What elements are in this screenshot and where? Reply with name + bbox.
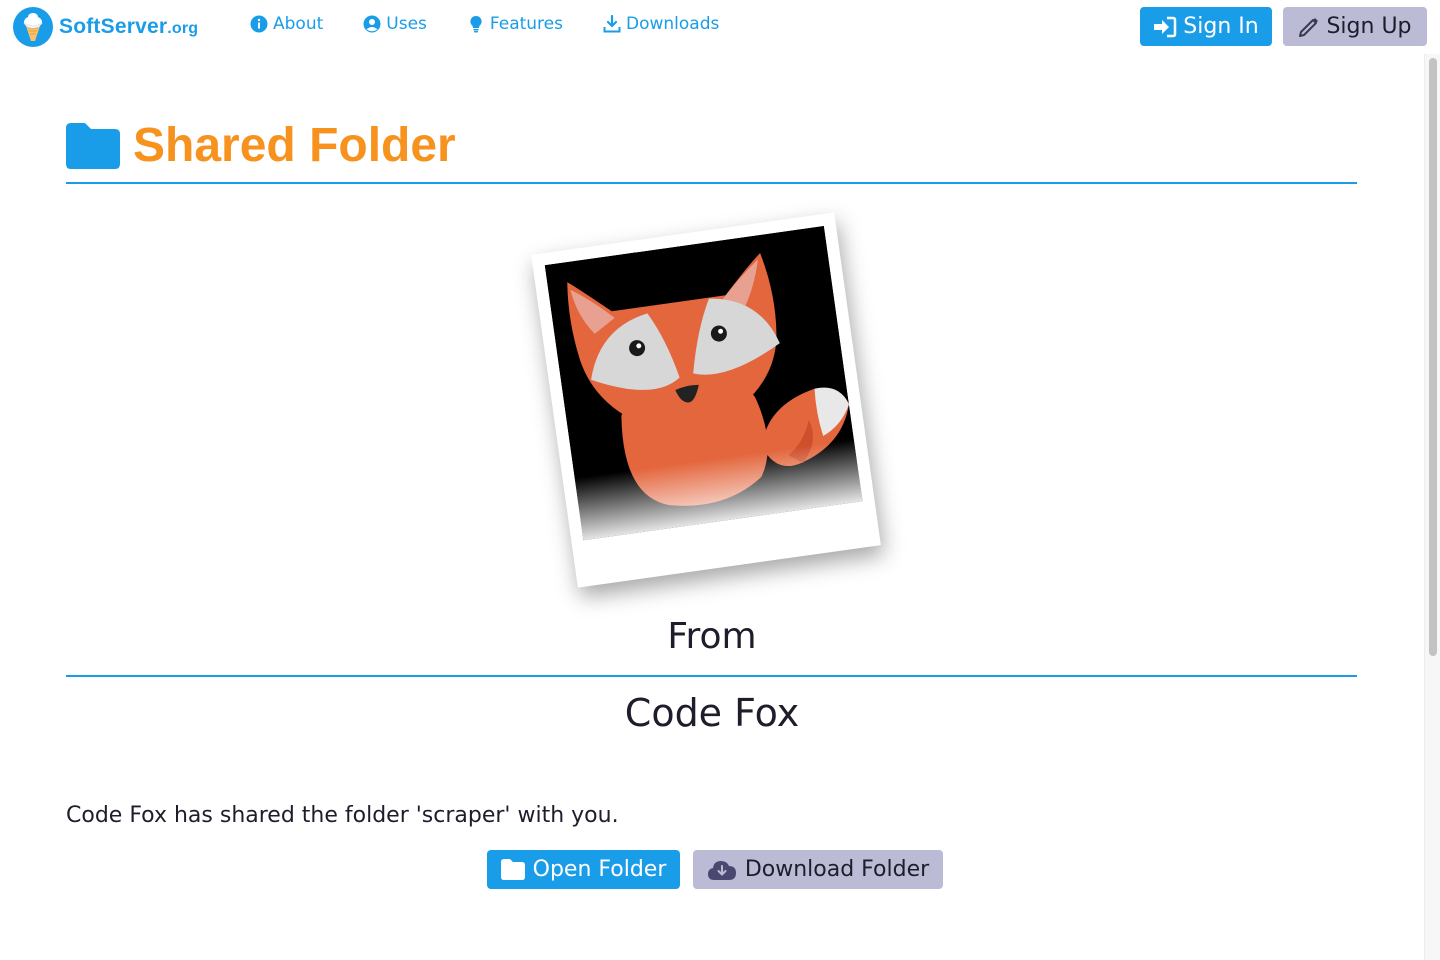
download-folder-button[interactable]: Download Folder xyxy=(693,850,943,889)
owner-avatar-frame xyxy=(531,212,881,588)
sign-in-button[interactable]: Sign In xyxy=(1140,7,1272,46)
ice-cream-icon xyxy=(13,7,53,47)
sign-up-label: Sign Up xyxy=(1326,14,1412,39)
sign-in-icon xyxy=(1153,16,1177,38)
polaroid-card xyxy=(531,212,881,588)
title-divider xyxy=(66,182,1357,184)
nav-link-downloads[interactable]: Downloads xyxy=(603,14,719,34)
nav-link-label: About xyxy=(273,14,324,34)
page-heading: Shared Folder xyxy=(133,119,456,172)
nav-link-label: Uses xyxy=(386,14,427,34)
folder-icon xyxy=(66,122,120,169)
sign-in-label: Sign In xyxy=(1183,14,1259,39)
cloud-download-icon xyxy=(707,859,737,881)
nav-links: About Uses Features Downloads xyxy=(250,14,759,34)
nav-link-about[interactable]: About xyxy=(250,14,323,34)
nav-link-uses[interactable]: Uses xyxy=(363,14,427,34)
pencil-icon xyxy=(1298,16,1320,38)
sign-up-button[interactable]: Sign Up xyxy=(1283,7,1427,46)
brand-link[interactable]: SoftServer.org xyxy=(13,7,198,47)
nav-link-label: Downloads xyxy=(626,14,720,34)
download-icon xyxy=(603,15,621,33)
brand-name: SoftServer.org xyxy=(59,15,199,38)
share-message: Code Fox has shared the folder 'scraper'… xyxy=(66,803,619,828)
nav-link-features[interactable]: Features xyxy=(467,14,563,34)
scrollbar-thumb[interactable] xyxy=(1429,58,1437,656)
download-folder-label: Download Folder xyxy=(744,857,930,882)
open-folder-label: Open Folder xyxy=(532,857,667,882)
owner-divider xyxy=(66,675,1357,677)
page-scrollbar[interactable] xyxy=(1424,54,1440,960)
page-title: Shared Folder xyxy=(66,118,456,173)
user-circle-icon xyxy=(363,15,381,33)
fox-avatar xyxy=(544,225,863,541)
lightbulb-icon xyxy=(467,15,485,33)
from-label: From xyxy=(667,616,757,657)
top-navbar: SoftServer.org About Uses Features Downl… xyxy=(0,0,1440,54)
info-circle-icon xyxy=(250,15,268,33)
nav-link-label: Features xyxy=(489,14,563,34)
folder-icon xyxy=(500,859,525,880)
owner-name: Code Fox xyxy=(624,691,800,735)
open-folder-button[interactable]: Open Folder xyxy=(487,850,680,889)
